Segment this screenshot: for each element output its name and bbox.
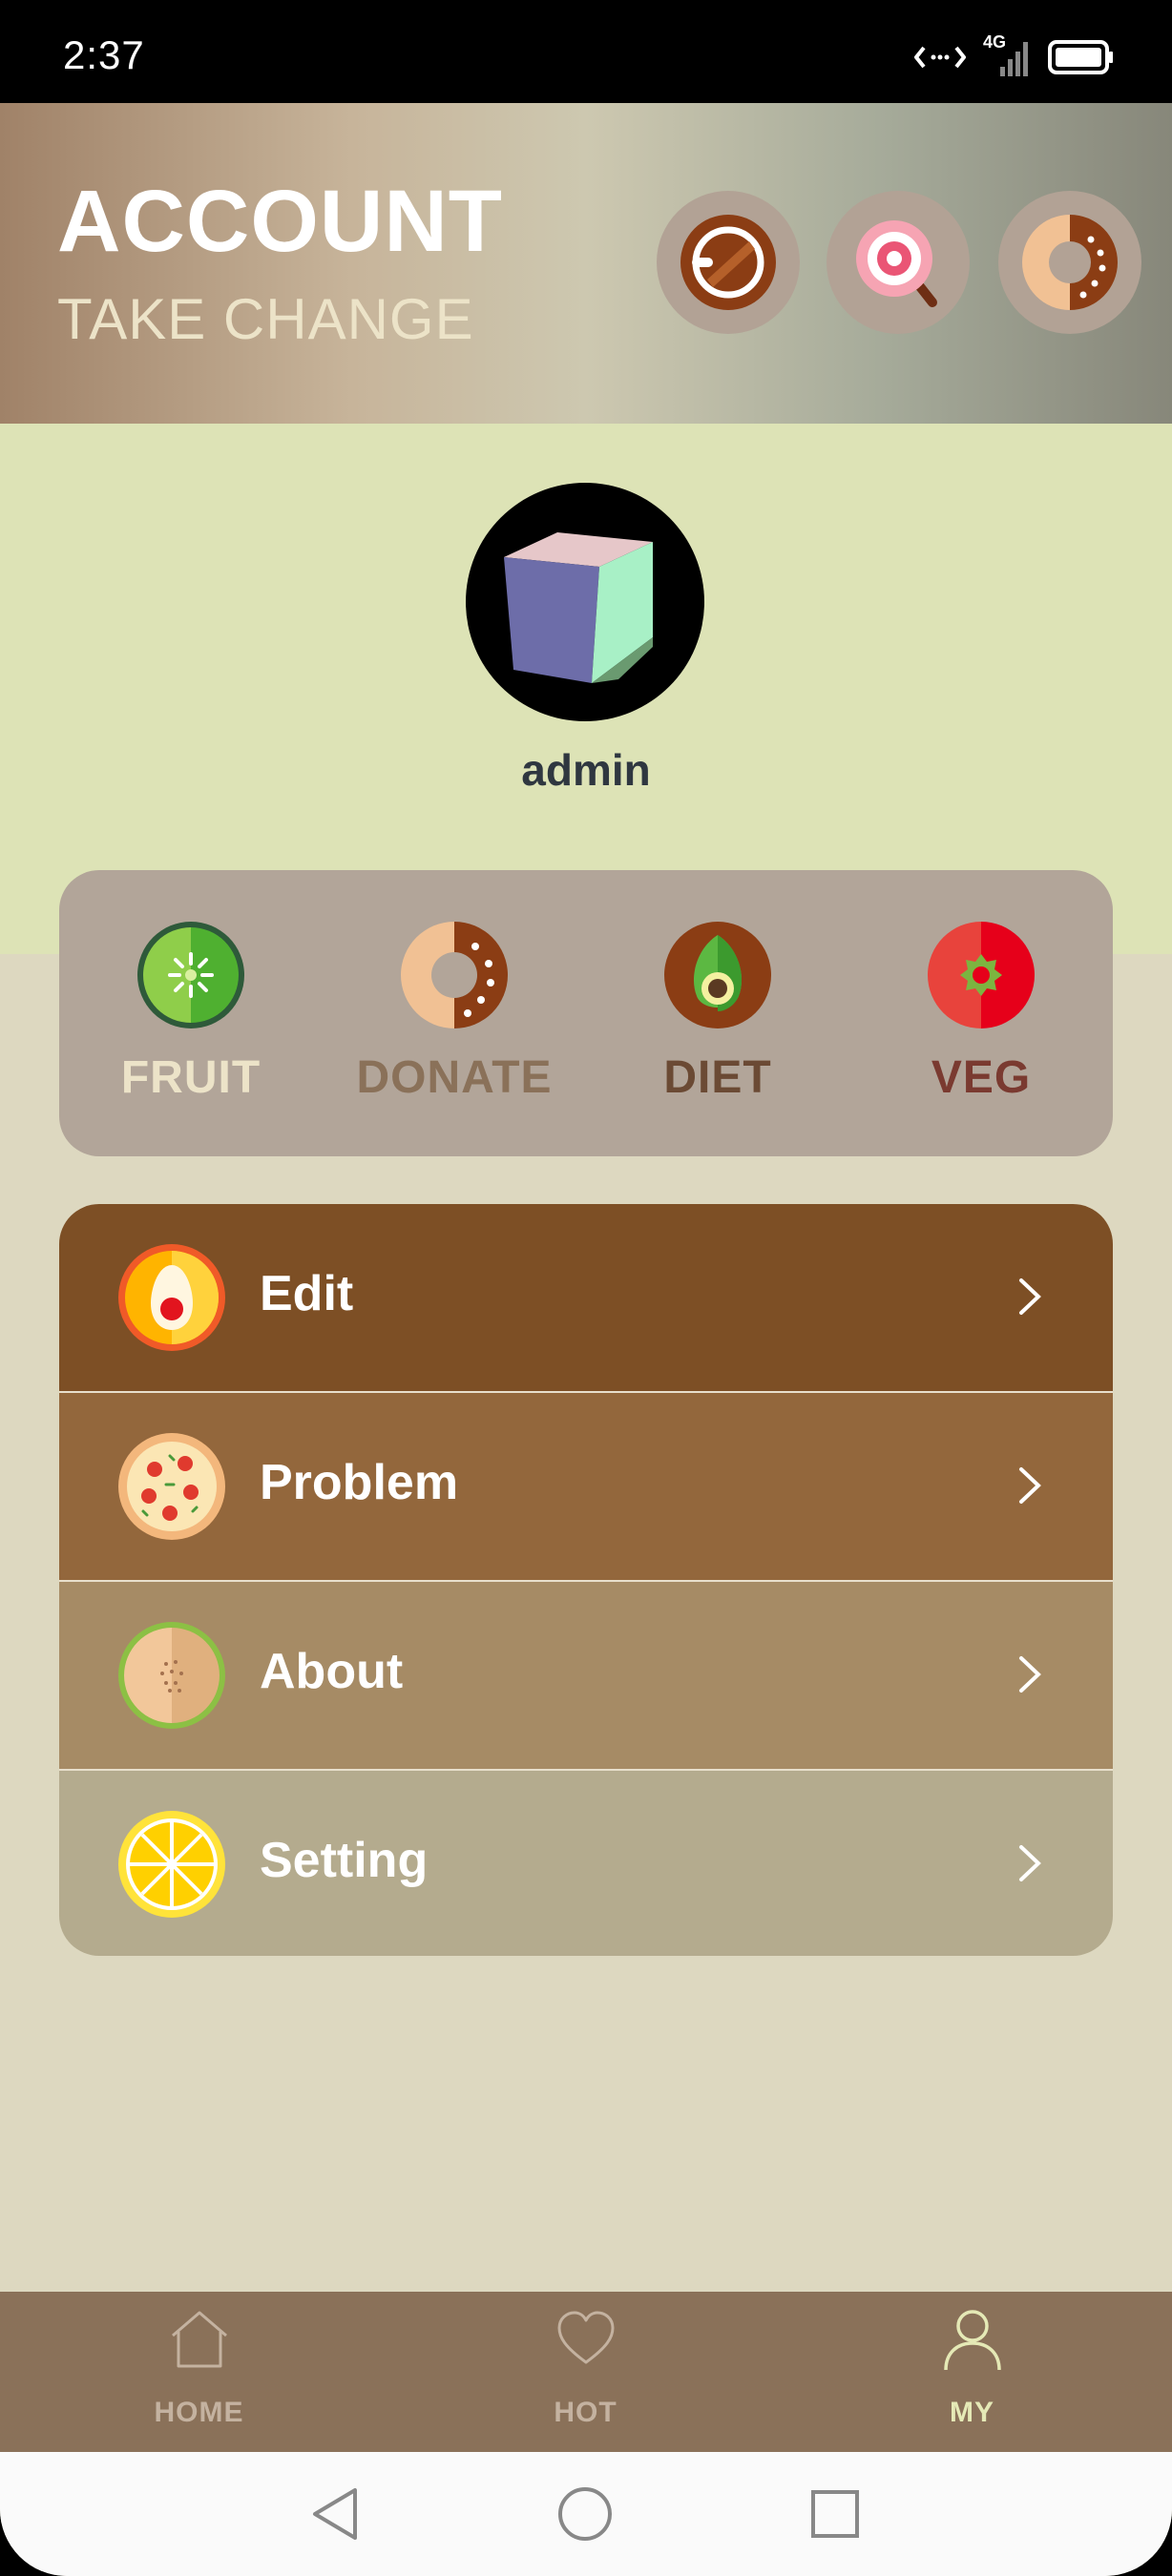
tab-hot[interactable]: HOT: [390, 2292, 781, 2452]
chevron-right-icon: [1019, 1656, 1041, 1693]
kiwi-icon: [137, 922, 244, 1028]
category-label: FRUIT: [120, 1052, 262, 1103]
menu-item-setting[interactable]: Setting: [59, 1771, 1113, 1956]
menu-label: About: [260, 1644, 404, 1699]
category-donate[interactable]: DONATE: [323, 870, 586, 1156]
menu-item-problem[interactable]: Problem: [59, 1393, 1113, 1580]
coffee-icon[interactable]: [657, 191, 800, 334]
category-fruit[interactable]: FRUIT: [59, 870, 323, 1156]
category-veg[interactable]: VEG: [849, 870, 1113, 1156]
signal-icon: 4G: [983, 32, 1031, 78]
category-label: VEG: [931, 1052, 1032, 1103]
category-label: DIET: [663, 1052, 772, 1103]
account-header: ACCOUNT TAKE CHANGE: [0, 103, 1172, 424]
tomato-icon: [928, 922, 1035, 1028]
avocado-icon: [664, 922, 771, 1028]
tab-label: HOME: [154, 2397, 244, 2428]
home-button-icon[interactable]: [552, 2481, 618, 2547]
page-title: ACCOUNT: [57, 173, 503, 270]
data-transfer-icon: [914, 46, 966, 69]
status-time: 2:37: [63, 32, 145, 77]
menu-label: Edit: [260, 1266, 354, 1321]
recents-icon[interactable]: [802, 2481, 869, 2547]
battery-icon: [1048, 40, 1113, 74]
system-navigation-bar: [0, 2452, 1172, 2576]
page-subtitle: TAKE CHANGE: [57, 287, 474, 351]
menu-item-edit[interactable]: Edit: [59, 1204, 1113, 1391]
menu-label: Problem: [260, 1455, 459, 1510]
status-icons: 4G: [914, 32, 1115, 78]
category-card: FRUIT DONATE DIET VEG: [59, 870, 1113, 1156]
pizza-icon: [118, 1433, 225, 1540]
tab-my[interactable]: MY: [777, 2292, 1167, 2452]
bottom-tab-bar: HOME HOT MY: [0, 2292, 1172, 2452]
melon-icon: [118, 1622, 225, 1729]
category-label: DONATE: [356, 1052, 553, 1103]
tab-home[interactable]: HOME: [4, 2292, 394, 2452]
back-icon[interactable]: [303, 2481, 370, 2547]
chevron-right-icon: [1019, 1467, 1041, 1504]
menu-label: Setting: [260, 1833, 429, 1888]
avatar[interactable]: [466, 483, 704, 721]
menu-list: Edit Problem About Setting: [59, 1204, 1113, 1956]
username: admin: [521, 745, 651, 795]
category-diet[interactable]: DIET: [586, 870, 849, 1156]
candy-icon[interactable]: [827, 191, 970, 334]
menu-item-about[interactable]: About: [59, 1582, 1113, 1769]
donut-icon: [401, 922, 508, 1028]
status-bar: 2:37 4G: [0, 0, 1172, 103]
heart-icon: [557, 2311, 615, 2364]
egg-icon: [118, 1244, 225, 1351]
donut-icon[interactable]: [998, 191, 1141, 334]
chevron-right-icon: [1019, 1278, 1041, 1315]
app-screen: ACCOUNT TAKE CHANGE admin FRUIT DONATE D…: [0, 103, 1172, 2576]
lemon-icon: [118, 1811, 225, 1918]
home-icon: [172, 2311, 227, 2368]
user-icon: [944, 2310, 1001, 2371]
tab-label: MY: [950, 2397, 994, 2428]
tab-label: HOT: [554, 2397, 617, 2428]
chevron-right-icon: [1019, 1845, 1041, 1881]
